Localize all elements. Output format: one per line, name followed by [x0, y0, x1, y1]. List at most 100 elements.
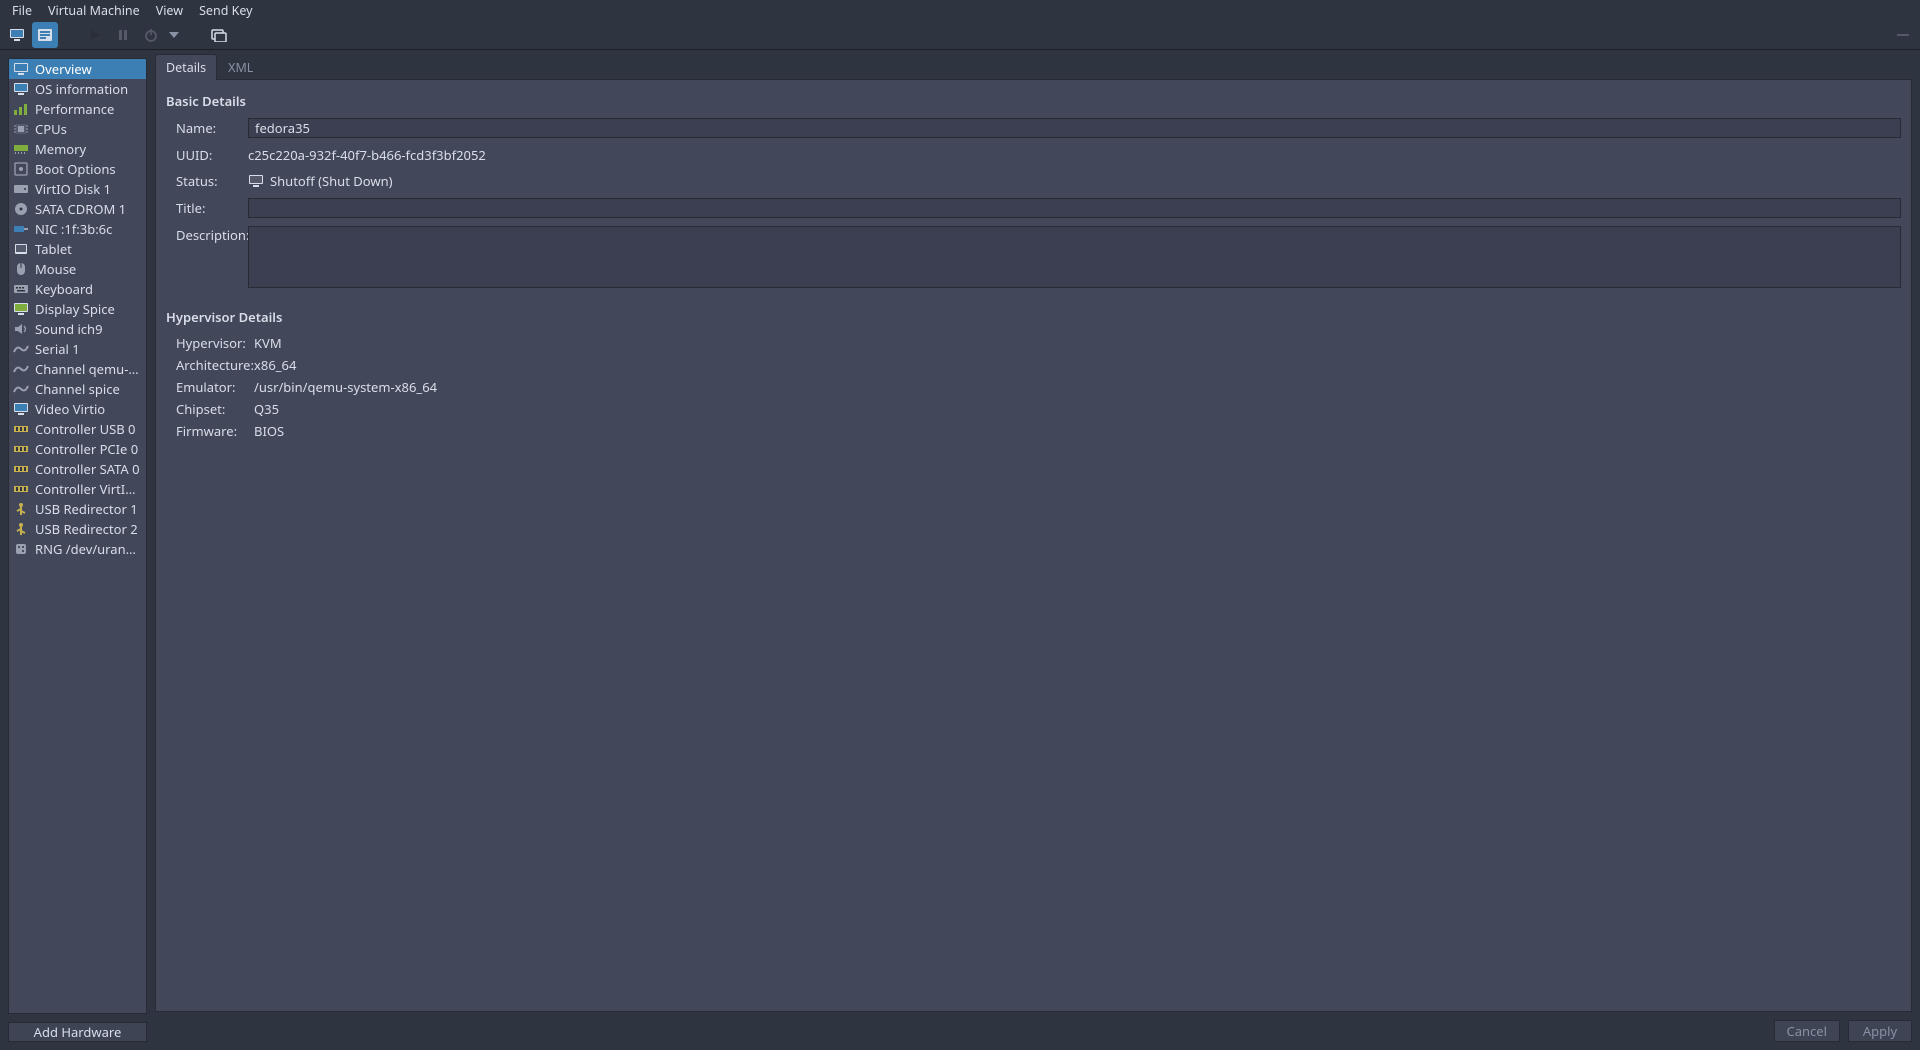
sidebar-item-label: USB Redirector 2 — [35, 520, 138, 538]
sidebar-item-label: Display Spice — [35, 300, 115, 318]
hv-value: x86_64 — [254, 356, 296, 374]
details-icon — [37, 27, 53, 43]
hv-label: Hypervisor: — [176, 334, 246, 352]
apply-button[interactable]: Apply — [1848, 1020, 1912, 1042]
chart-icon — [13, 101, 29, 117]
sidebar-item-controller-pcie-0[interactable]: Controller PCIe 0 — [9, 439, 146, 459]
boot-icon — [13, 161, 29, 177]
sound-icon — [13, 321, 29, 337]
sidebar-item-label: CPUs — [35, 120, 67, 138]
sidebar-item-display-spice[interactable]: Display Spice — [9, 299, 146, 319]
menu-file[interactable]: File — [4, 0, 40, 21]
chevron-down-icon — [166, 27, 182, 43]
keyboard-icon — [13, 281, 29, 297]
sidebar: Overview OS information Performance CPUs Mem… — [0, 50, 155, 1050]
pause-icon — [115, 27, 131, 43]
cancel-button[interactable]: Cancel — [1774, 1020, 1840, 1042]
hv-label: Architecture: — [176, 356, 246, 374]
sidebar-item-cpus[interactable]: CPUs — [9, 119, 146, 139]
start-button[interactable] — [82, 22, 108, 48]
monitor-icon — [13, 81, 29, 97]
power-icon — [143, 27, 159, 43]
hv-value: KVM — [254, 334, 282, 352]
window-menu-button[interactable] — [1890, 22, 1916, 48]
sidebar-item-overview[interactable]: Overview — [9, 59, 146, 79]
hv-value: BIOS — [254, 422, 284, 440]
title-input[interactable] — [248, 198, 1901, 218]
footer-buttons: Cancel Apply — [155, 1012, 1912, 1042]
power-menu-dropdown[interactable] — [166, 22, 182, 48]
name-input[interactable] — [248, 118, 1901, 138]
sidebar-item-usb-redirector-1[interactable]: USB Redirector 1 — [9, 499, 146, 519]
sidebar-item-mouse[interactable]: Mouse — [9, 259, 146, 279]
rng-icon — [13, 541, 29, 557]
sidebar-item-label: USB Redirector 1 — [35, 500, 138, 518]
sidebar-item-label: Memory — [35, 140, 86, 158]
channel-icon — [13, 381, 29, 397]
details-view-button[interactable] — [32, 22, 58, 48]
memory-icon — [13, 141, 29, 157]
sidebar-item-controller-usb-0[interactable]: Controller USB 0 — [9, 419, 146, 439]
sidebar-item-label: Controller USB 0 — [35, 420, 135, 438]
tab-xml[interactable]: XML — [217, 54, 264, 80]
sidebar-item-label: Boot Options — [35, 160, 116, 178]
sidebar-item-usb-redirector-2[interactable]: USB Redirector 2 — [9, 519, 146, 539]
play-icon — [87, 27, 103, 43]
pause-button[interactable] — [110, 22, 136, 48]
monitor-icon — [13, 61, 29, 77]
sidebar-item-memory[interactable]: Memory — [9, 139, 146, 159]
tab-details[interactable]: Details — [155, 54, 217, 80]
console-view-button[interactable] — [4, 22, 30, 48]
sidebar-item-label: Controller VirtIO Serial 0 — [35, 480, 142, 498]
video-icon — [13, 401, 29, 417]
sidebar-item-nic-1f-3b-6c[interactable]: NIC :1f:3b:6c — [9, 219, 146, 239]
tabbar: Details XML — [155, 58, 1912, 80]
status-value: Shutoff (Shut Down) — [270, 172, 393, 190]
disk-icon — [13, 181, 29, 197]
basic-details-heading: Basic Details — [166, 92, 1901, 110]
window-menu-icon — [1895, 27, 1911, 43]
sidebar-item-rng-dev-urandom[interactable]: RNG /dev/urandom — [9, 539, 146, 559]
channel-icon — [13, 361, 29, 377]
sidebar-item-label: OS information — [35, 80, 128, 98]
sidebar-item-label: Performance — [35, 100, 114, 118]
sidebar-item-channel-qemu-ga[interactable]: Channel qemu-ga — [9, 359, 146, 379]
sidebar-item-virtio-disk-1[interactable]: VirtIO Disk 1 — [9, 179, 146, 199]
nic-icon — [13, 221, 29, 237]
sidebar-item-label: Channel spice — [35, 380, 120, 398]
sidebar-item-label: SATA CDROM 1 — [35, 200, 126, 218]
hardware-list[interactable]: Overview OS information Performance CPUs Mem… — [8, 58, 147, 1014]
description-input[interactable] — [248, 226, 1901, 288]
cdrom-icon — [13, 201, 29, 217]
sidebar-item-os-information[interactable]: OS information — [9, 79, 146, 99]
mouse-icon — [13, 261, 29, 277]
toolbar — [0, 20, 1920, 50]
sidebar-item-keyboard[interactable]: Keyboard — [9, 279, 146, 299]
sidebar-item-sata-cdrom-1[interactable]: SATA CDROM 1 — [9, 199, 146, 219]
sidebar-item-performance[interactable]: Performance — [9, 99, 146, 119]
menu-send-key[interactable]: Send Key — [191, 0, 261, 21]
add-hardware-button[interactable]: Add Hardware — [8, 1022, 147, 1042]
hv-label: Chipset: — [176, 400, 246, 418]
sidebar-item-sound-ich9[interactable]: Sound ich9 — [9, 319, 146, 339]
menu-virtual-machine[interactable]: Virtual Machine — [40, 0, 148, 21]
sidebar-item-tablet[interactable]: Tablet — [9, 239, 146, 259]
controller-icon — [13, 481, 29, 497]
menu-view[interactable]: View — [148, 0, 191, 21]
sidebar-item-controller-virtio-serial-0[interactable]: Controller VirtIO Serial 0 — [9, 479, 146, 499]
sidebar-item-label: Overview — [35, 60, 92, 78]
sidebar-item-label: Channel qemu-ga — [35, 360, 142, 378]
description-label: Description: — [176, 226, 240, 244]
sidebar-item-boot-options[interactable]: Boot Options — [9, 159, 146, 179]
power-button[interactable] — [138, 22, 164, 48]
hv-value: Q35 — [254, 400, 279, 418]
controller-icon — [13, 461, 29, 477]
sidebar-item-video-virtio[interactable]: Video Virtio — [9, 399, 146, 419]
screenshot-button[interactable] — [206, 22, 232, 48]
sidebar-item-controller-sata-0[interactable]: Controller SATA 0 — [9, 459, 146, 479]
details-panel: Details XML Basic Details Name: UUID: c2… — [155, 50, 1920, 1050]
sidebar-item-serial-1[interactable]: Serial 1 — [9, 339, 146, 359]
status-label: Status: — [176, 172, 240, 190]
hypervisor-details-heading: Hypervisor Details — [166, 308, 1901, 326]
sidebar-item-channel-spice[interactable]: Channel spice — [9, 379, 146, 399]
